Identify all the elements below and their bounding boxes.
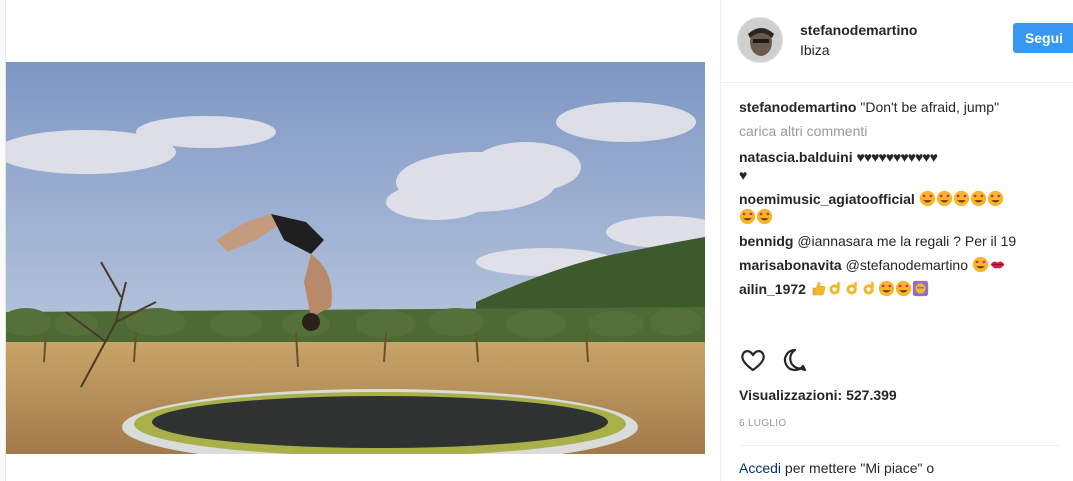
thumbs-up-emoji-icon: [810, 281, 827, 297]
heart-eyes-emoji-icon: [895, 280, 912, 297]
view-count: Visualizzazioni: 527.399: [739, 387, 897, 403]
comment-list: stefanodemartino "Don't be afraid, jump"…: [739, 98, 1059, 304]
comment-username[interactable]: bennidg: [739, 233, 793, 249]
heart-eyes-emoji-icon: [972, 256, 989, 273]
load-more-comments-link[interactable]: carica altri commenti: [739, 122, 1059, 140]
lips-emoji-icon: [989, 257, 1006, 273]
black-heart-icon: ♥: [739, 167, 747, 183]
ok-hand-emoji-icon: [827, 281, 844, 297]
caption: stefanodemartino "Don't be afraid, jump": [739, 98, 1059, 116]
post-card: stefanodemartino Ibiza Segui stefanodema…: [5, 0, 1073, 481]
heart-eyes-emoji-icon: [878, 280, 895, 297]
comment-username[interactable]: noemimusic_agiatoofficial: [739, 191, 915, 207]
list-item: noemimusic_agiatoofficial: [739, 190, 1059, 226]
caption-text: "Don't be afraid, jump": [860, 99, 1000, 115]
avatar[interactable]: [737, 17, 783, 63]
raised-hands-emoji-icon: [912, 280, 929, 297]
post-sidebar: stefanodemartino Ibiza Segui stefanodema…: [720, 0, 1073, 481]
list-item: marisabonavita @stefanodemartino: [739, 256, 1059, 274]
post-header: stefanodemartino Ibiza Segui: [721, 0, 1073, 83]
black-heart-icon: ♥♥♥♥♥♥♥♥♥♥♥: [856, 149, 937, 165]
post-actions: [739, 346, 819, 376]
comment-text: @iannasara me la regali ? Per il 19: [797, 233, 1017, 249]
ok-hand-emoji-icon: [861, 281, 878, 297]
post-location[interactable]: Ibiza: [800, 42, 830, 58]
views-label: Visualizzazioni:: [739, 387, 843, 403]
follow-button[interactable]: Segui: [1013, 23, 1073, 53]
list-item: natascia.balduini ♥♥♥♥♥♥♥♥♥♥♥ ♥: [739, 148, 1059, 184]
post-photo[interactable]: [6, 62, 705, 454]
login-link[interactable]: Accedi: [739, 460, 781, 476]
list-item: bennidg @iannasara me la regali ? Per il…: [739, 232, 1059, 250]
comment-username[interactable]: ailin_1972: [739, 281, 806, 297]
ok-hand-emoji-icon: [844, 281, 861, 297]
divider: [739, 445, 1061, 446]
login-prompt-text: per mettere "Mi piace" o: [784, 460, 935, 476]
comment-bubble-icon[interactable]: [781, 346, 809, 374]
heart-outline-icon[interactable]: [739, 346, 767, 374]
list-item: ailin_1972: [739, 280, 1059, 298]
views-number: 527.399: [846, 387, 897, 403]
post-date[interactable]: 6 LUGLIO: [739, 418, 786, 429]
caption-username[interactable]: stefanodemartino: [739, 99, 856, 115]
login-prompt: Accedi per mettere "Mi piace" o: [739, 460, 934, 476]
comment-username[interactable]: marisabonavita: [739, 257, 842, 273]
post-username[interactable]: stefanodemartino: [800, 22, 917, 38]
comment-text: @stefanodemartino: [845, 257, 968, 273]
comment-username[interactable]: natascia.balduini: [739, 149, 853, 165]
